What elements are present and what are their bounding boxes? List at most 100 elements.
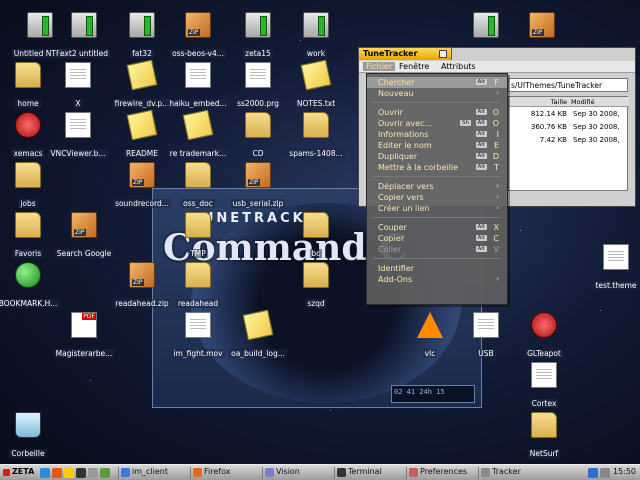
desktop-icon[interactable]: Search Google xyxy=(44,212,124,260)
desktop-icon-label: CD xyxy=(250,149,266,158)
tracker-icon[interactable] xyxy=(88,468,98,478)
menu-item-label: Déplacer vers xyxy=(378,182,434,191)
app-icon xyxy=(337,468,346,477)
table-row[interactable]: 360.76 KB Sep 30 2008, xyxy=(509,122,629,134)
volume-icon[interactable] xyxy=(600,468,610,478)
network-icon[interactable] xyxy=(588,468,598,478)
desktop-icon[interactable]: bc xyxy=(276,212,356,260)
taskbar-item[interactable]: Preferences xyxy=(406,467,478,479)
taskbar-item[interactable]: im_client xyxy=(118,467,190,479)
drive-icon xyxy=(473,12,499,38)
alt-key-icon: Alt xyxy=(475,131,487,137)
menu-fenetre[interactable]: Fenêtre xyxy=(399,62,429,71)
vnc-viewer-icon xyxy=(65,112,91,138)
alt-key-icon: Alt xyxy=(475,246,487,252)
desktop-icon-label: readahead xyxy=(175,299,221,308)
firefox-icon[interactable] xyxy=(52,468,62,478)
menu-item[interactable]: Identifier xyxy=(367,263,507,274)
menu-bar: Fichier Fenêtre Attributs xyxy=(359,61,635,73)
file-date: Sep 30 2008, xyxy=(573,123,620,131)
alt-key-icon: Alt xyxy=(475,164,487,170)
file-date: Sep 30 2008, xyxy=(573,110,620,118)
desktop-icon-label: Magisterarbe... xyxy=(53,349,115,358)
usb-icon xyxy=(473,312,499,338)
menu-item-label: Mettre à la corbeille xyxy=(378,163,458,172)
bookmark-globe-icon xyxy=(15,262,41,288)
taskbar-item[interactable]: Terminal xyxy=(334,467,406,479)
table-row[interactable]: 7.42 KB Sep 30 2008, xyxy=(509,135,629,147)
menu-item[interactable]: Copier Alt C xyxy=(367,233,507,244)
drive-icon xyxy=(245,12,271,38)
alt-key-icon: Alt xyxy=(475,109,487,115)
menu-fichier[interactable]: Fichier xyxy=(363,62,396,71)
terminal-icon[interactable] xyxy=(76,468,86,478)
desktop-icon-label: USB xyxy=(476,349,496,358)
desktop-icon[interactable]: usb_serial.zip xyxy=(218,162,298,210)
zeta-start-button[interactable]: ZETA xyxy=(2,467,36,479)
desktop-icon[interactable]: szqd xyxy=(276,262,356,310)
folder-icon xyxy=(185,162,211,188)
menu-item-label: Couper xyxy=(378,223,407,232)
menu-item[interactable]: Ouvrir Alt O xyxy=(367,107,507,118)
desktop-icon[interactable]: work xyxy=(276,12,356,60)
taskbar-item[interactable]: Vision xyxy=(262,467,334,479)
desktop-icon-label: test.theme xyxy=(593,281,639,290)
desktop-icon[interactable]: spams-1408... xyxy=(276,112,356,160)
file-size: 7.42 KB xyxy=(539,136,567,144)
desktop-icon-label: Cortex xyxy=(529,399,559,408)
desktop-icon-label: Favoris xyxy=(12,249,44,258)
desktop-icon[interactable]: TMP xyxy=(158,212,238,260)
desktop-icon[interactable]: jobs xyxy=(0,162,68,210)
desktop-icon[interactable]: readahead xyxy=(158,262,238,310)
desktop-icon[interactable]: Magisterarbe... xyxy=(44,312,124,360)
menu-item[interactable]: Nouveau › xyxy=(367,88,507,99)
desktop-icon[interactable]: Corbeille xyxy=(0,412,68,460)
desktop-icon[interactable]: GLTeapot xyxy=(504,312,584,360)
close-icon[interactable] xyxy=(439,50,447,58)
menu-separator xyxy=(373,258,501,259)
menu-item[interactable]: Editer le nom Alt E xyxy=(367,140,507,151)
menu-item[interactable]: Déplacer vers › xyxy=(367,181,507,192)
note-icon xyxy=(242,309,274,341)
taskbar-item[interactable]: Tracker xyxy=(478,467,550,479)
window-tab[interactable]: TuneTracker xyxy=(358,47,452,60)
table-row[interactable]: 812.14 KB Sep 30 2008, xyxy=(509,109,629,121)
menu-item[interactable]: Ouvrir avec... Alt Sh O xyxy=(367,118,507,129)
menu-item-shortcut: V xyxy=(493,245,499,254)
menu-item[interactable]: Chercher Alt F xyxy=(367,77,507,88)
menu-item[interactable]: Dupliquer Alt D xyxy=(367,151,507,162)
menu-item-label: Dupliquer xyxy=(378,152,418,161)
column-modified[interactable]: Modifié xyxy=(569,97,629,107)
menu-item[interactable]: Copier vers › xyxy=(367,192,507,203)
document-icon xyxy=(185,62,211,88)
column-size[interactable]: Taille xyxy=(509,97,569,107)
desktop-icon-label: fat32 xyxy=(130,49,154,58)
people-icon[interactable] xyxy=(64,468,74,478)
desktop-icon[interactable]: test.theme xyxy=(576,244,640,292)
path-field[interactable]: s/UIThemes/TuneTracker xyxy=(508,78,628,92)
menu-item[interactable]: Informations Alt I xyxy=(367,129,507,140)
settings-icon[interactable] xyxy=(100,468,110,478)
pdf-icon xyxy=(71,312,97,338)
browser-icon[interactable] xyxy=(40,468,50,478)
file-list[interactable]: Taille Modifié 812.14 KB Sep 30 2008, 36… xyxy=(508,96,629,191)
menu-item[interactable]: Add-Ons › xyxy=(367,274,507,285)
menu-attributs[interactable]: Attributs xyxy=(441,62,476,71)
desktop-icon-label: TMP xyxy=(188,249,208,258)
taskbar-item[interactable]: Firefox xyxy=(190,467,262,479)
desktop-icon-label: vlc xyxy=(422,349,438,358)
search-google-icon xyxy=(71,212,97,238)
package-icon xyxy=(245,162,271,188)
fichier-menu: Chercher Alt F Nouveau › Ouvrir Alt O Ouvrir ave… xyxy=(366,73,508,305)
note-icon xyxy=(182,109,214,141)
desktop-icon[interactable]: NetSurf xyxy=(504,412,584,460)
desktop-icon[interactable]: oa_build_log... xyxy=(218,309,298,360)
desktop-icon[interactable]: Cortex xyxy=(504,362,584,410)
menu-item[interactable]: Couper Alt X xyxy=(367,222,507,233)
drive-icon xyxy=(71,12,97,38)
submenu-arrow-icon: › xyxy=(496,204,499,212)
menu-item[interactable]: Créer un lien › xyxy=(367,203,507,214)
desktop-icon[interactable]: NOTES.txt xyxy=(276,59,356,110)
menu-item[interactable]: Mettre à la corbeille Alt T xyxy=(367,162,507,173)
desktop-icon[interactable]: BOOKMARK.H... xyxy=(0,262,68,310)
